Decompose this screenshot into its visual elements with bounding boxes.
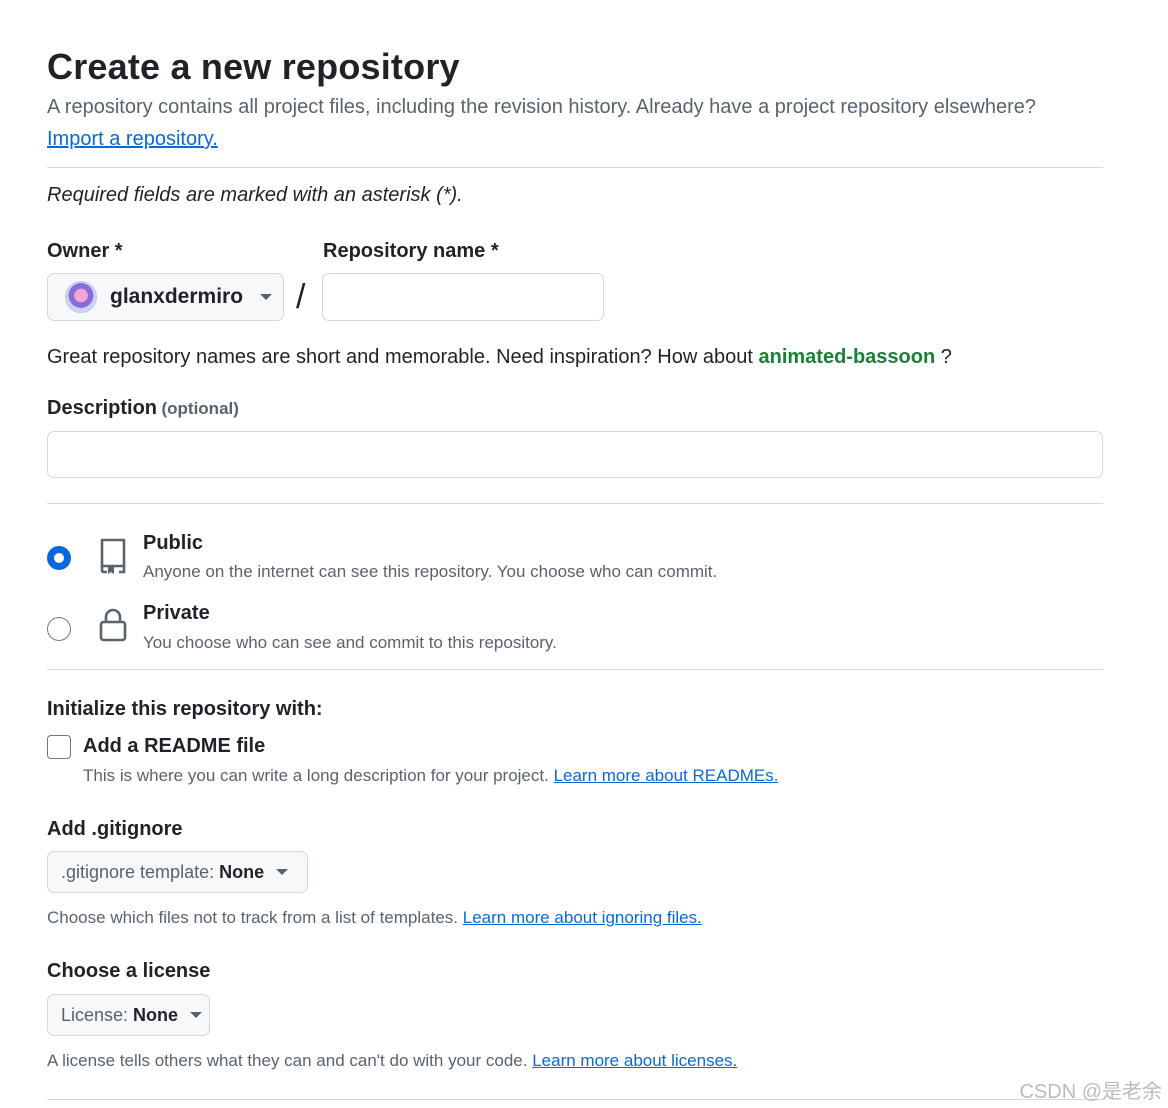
- public-label: Public: [143, 532, 204, 554]
- gitignore-template-dropdown[interactable]: .gitignore template: None: [47, 851, 308, 893]
- initialize-heading: Initialize this repository with:: [47, 698, 323, 720]
- gitignore-heading: Add .gitignore: [47, 818, 183, 840]
- license-button-prefix: License:: [61, 1004, 129, 1025]
- suggested-name-link[interactable]: animated-bassoon: [758, 346, 935, 368]
- chevron-down-icon: [260, 294, 273, 300]
- license-help: A license tells others what they can and…: [47, 1051, 737, 1071]
- lock-icon: [99, 608, 127, 642]
- repo-icon: [100, 538, 126, 574]
- header-divider: [47, 167, 1103, 168]
- license-dropdown[interactable]: License: None: [47, 994, 210, 1036]
- license-description: A license tells others what they can and…: [47, 1051, 528, 1070]
- description-field[interactable]: [47, 431, 1103, 478]
- private-radio[interactable]: [47, 617, 71, 641]
- owner-dropdown-button[interactable]: glanxdermiro: [47, 273, 284, 321]
- owner-name: glanxdermiro: [110, 285, 244, 308]
- learn-more-licenses-link[interactable]: Learn more about licenses.: [532, 1051, 737, 1070]
- suggestion-text: Great repository names are short and mem…: [47, 346, 753, 368]
- chevron-down-icon: [190, 1012, 203, 1018]
- page-subtitle: A repository contains all project files,…: [47, 96, 1037, 118]
- name-suggestion: Great repository names are short and mem…: [47, 346, 952, 369]
- license-button-value: None: [133, 1004, 179, 1025]
- public-radio[interactable]: [47, 546, 71, 570]
- visibility-divider: [47, 669, 1103, 670]
- private-label: Private: [143, 602, 210, 624]
- private-description: You choose who can see and commit to thi…: [143, 633, 557, 652]
- suggestion-suffix: ?: [940, 346, 952, 368]
- owner-repo-separator: /: [296, 278, 306, 316]
- avatar-icon: [65, 281, 97, 313]
- description-label: Description: [47, 397, 158, 419]
- learn-more-readmes-link[interactable]: Learn more about READMEs.: [554, 766, 779, 785]
- import-repository-link[interactable]: Import a repository.: [47, 128, 218, 151]
- watermark: CSDN @是老余: [1019, 1081, 1162, 1103]
- description-optional: (optional): [161, 399, 239, 418]
- owner-label: Owner *: [47, 240, 123, 262]
- description-label-row: Description (optional): [47, 397, 239, 420]
- description-divider: [47, 503, 1103, 504]
- page-title: Create a new repository: [47, 46, 460, 87]
- repository-name-label: Repository name *: [323, 240, 499, 262]
- readme-checkbox[interactable]: [47, 735, 71, 759]
- learn-more-ignoring-files-link[interactable]: Learn more about ignoring files.: [463, 908, 702, 927]
- license-divider: [47, 1099, 1103, 1100]
- readme-label: Add a README file: [83, 735, 266, 757]
- gitignore-help: Choose which files not to track from a l…: [47, 908, 702, 928]
- gitignore-description: Choose which files not to track from a l…: [47, 908, 459, 927]
- public-description: Anyone on the internet can see this repo…: [143, 562, 718, 581]
- repository-name-field[interactable]: [322, 273, 604, 321]
- gitignore-button-prefix: .gitignore template:: [61, 861, 215, 882]
- required-note: Required fields are marked with an aster…: [47, 184, 463, 206]
- repository-name-input[interactable]: [323, 274, 603, 320]
- description-input[interactable]: [48, 432, 1102, 477]
- gitignore-button-value: None: [219, 861, 265, 882]
- readme-help: This is where you can write a long descr…: [83, 766, 778, 786]
- chevron-down-icon: [276, 869, 289, 875]
- license-heading: Choose a license: [47, 960, 211, 982]
- readme-description: This is where you can write a long descr…: [83, 766, 549, 785]
